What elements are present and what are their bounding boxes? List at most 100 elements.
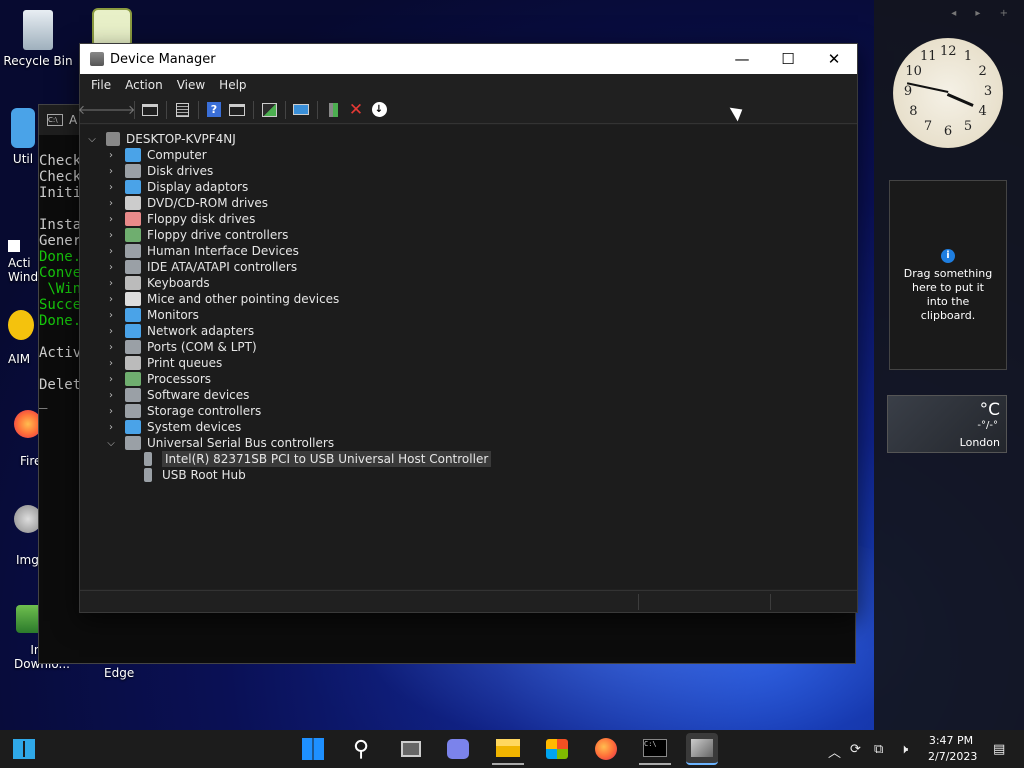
titlebar[interactable]: Device Manager — ☐ ✕ [80, 44, 857, 74]
desktop-icon-edge[interactable]: Edge [104, 666, 134, 680]
tree-device[interactable]: Intel(R) 82371SB PCI to USB Universal Ho… [144, 451, 492, 467]
tree-category[interactable]: › Floppy disk drives [105, 211, 255, 227]
tree-category[interactable]: › Floppy drive controllers [105, 227, 288, 243]
expand-chevron-icon[interactable]: › [105, 342, 117, 353]
volume-muted-icon[interactable]: 🕨 [900, 742, 908, 757]
menu-file[interactable]: File [84, 78, 118, 92]
expand-chevron-icon[interactable]: › [105, 374, 117, 385]
task-view-button[interactable] [395, 733, 427, 765]
expand-chevron-icon[interactable]: › [105, 310, 117, 321]
desktop-icon-aim[interactable]: AIM [8, 310, 38, 366]
tree-category[interactable]: › Display adaptors [105, 179, 248, 195]
start-button[interactable] [297, 733, 329, 765]
tree-category[interactable]: › Print queues [105, 355, 222, 371]
clock-number: 3 [983, 84, 993, 99]
tree-category[interactable]: › Network adapters [105, 323, 254, 339]
menu-action[interactable]: Action [118, 78, 170, 92]
expand-chevron-icon[interactable]: › [105, 262, 117, 273]
device-manager-taskbar-button[interactable] [686, 733, 718, 765]
collapse-chevron-icon[interactable]: ⌵ [105, 438, 117, 449]
system-clock[interactable]: 3:47 PM 2/7/2023 [928, 733, 977, 765]
console-icon[interactable] [226, 99, 248, 121]
tree-device[interactable]: USB Root Hub [144, 467, 246, 483]
clipboard-hint: Drag something here to put it into the c… [903, 267, 993, 322]
minimize-button[interactable]: — [719, 44, 765, 74]
show-hide-console-tree-icon[interactable] [139, 99, 161, 121]
file-explorer-button[interactable] [492, 733, 524, 765]
desktop-icon-recycle-bin[interactable]: Recycle Bin [0, 10, 76, 68]
clock-gadget[interactable]: 12 1 2 3 4 5 6 7 8 9 10 11 [893, 38, 1003, 148]
tree-category-label: Display adaptors [147, 180, 249, 194]
close-button[interactable]: ✕ [811, 44, 857, 74]
device-category-icon [125, 180, 141, 194]
help-icon[interactable]: ? [203, 99, 225, 121]
computer-icon [106, 132, 120, 146]
tree-category[interactable]: › DVD/CD-ROM drives [105, 195, 268, 211]
update-driver-icon[interactable] [322, 99, 344, 121]
tree-category[interactable]: › Mice and other pointing devices [105, 291, 339, 307]
sidebar-nav[interactable]: ◂ ▸ + [951, 8, 1016, 19]
expand-chevron-icon[interactable]: › [105, 406, 117, 417]
expand-chevron-icon[interactable]: › [105, 422, 117, 433]
tree-category[interactable]: › Processors [105, 371, 211, 387]
scan-icon[interactable] [258, 99, 280, 121]
display-icon[interactable]: ⧉ [874, 742, 883, 757]
desktop-icon-util[interactable]: Util [8, 108, 38, 166]
tree-category[interactable]: › System devices [105, 419, 241, 435]
tree-category-label: Universal Serial Bus controllers [147, 436, 335, 450]
tree-category[interactable]: › Storage controllers [105, 403, 261, 419]
expand-chevron-icon[interactable]: › [105, 214, 117, 225]
expand-chevron-icon[interactable]: › [105, 230, 117, 241]
expand-chevron-icon[interactable]: › [105, 182, 117, 193]
expand-chevron-icon[interactable]: › [105, 150, 117, 161]
tree-category[interactable]: › IDE ATA/ATAPI controllers [105, 259, 297, 275]
terminal-icon: C:\ [643, 739, 667, 757]
sync-icon[interactable]: ⟳ [850, 742, 861, 757]
clock-number: 10 [905, 64, 922, 79]
chat-button[interactable] [442, 733, 474, 765]
clipboard-gadget[interactable]: i Drag something here to put it into the… [889, 180, 1007, 370]
monitor-icon[interactable] [290, 99, 312, 121]
tree-category[interactable]: › Disk drives [105, 163, 213, 179]
tree-category-label: Disk drives [147, 164, 214, 178]
menu-view[interactable]: View [170, 78, 212, 92]
tree-category[interactable]: › Computer [105, 147, 207, 163]
disable-icon[interactable]: ↓ [368, 99, 390, 121]
properties-icon[interactable] [171, 99, 193, 121]
weather-gadget[interactable]: °C -°/-° London [887, 395, 1007, 453]
expand-chevron-icon[interactable]: › [105, 278, 117, 289]
search-button[interactable]: ⚲ [345, 733, 377, 765]
expand-chevron-icon[interactable]: › [105, 166, 117, 177]
collapse-chevron-icon[interactable]: ⌵ [86, 134, 98, 145]
device-manager-window[interactable]: Device Manager — ☐ ✕ File Action View He… [78, 43, 858, 613]
terminal-button[interactable]: C:\ [639, 733, 671, 765]
tree-category[interactable]: › Keyboards [105, 275, 210, 291]
tree-category[interactable]: › Monitors [105, 307, 199, 323]
tree-category[interactable]: › Human Interface Devices [105, 243, 299, 259]
store-button[interactable] [541, 733, 573, 765]
show-hidden-icons-chevron-icon[interactable]: ︿ [828, 742, 841, 761]
tree-category[interactable]: › Ports (COM & LPT) [105, 339, 257, 355]
notifications-icon[interactable]: ▤ [993, 742, 1005, 757]
maximize-button[interactable]: ☐ [765, 44, 811, 74]
expand-chevron-icon[interactable]: › [105, 246, 117, 257]
widgets-icon [13, 739, 35, 759]
tree-category-label: Mice and other pointing devices [147, 292, 340, 306]
expand-chevron-icon[interactable]: › [105, 294, 117, 305]
expand-chevron-icon[interactable]: › [105, 198, 117, 209]
tree-category[interactable]: ⌵ Universal Serial Bus controllers [105, 435, 334, 451]
expand-chevron-icon[interactable]: › [105, 358, 117, 369]
forward-icon[interactable]: 🡒 [101, 99, 136, 121]
notepad-icon [92, 8, 132, 48]
tree-category-label: Computer [147, 148, 207, 162]
expand-chevron-icon[interactable]: › [105, 390, 117, 401]
expand-chevron-icon[interactable]: › [105, 326, 117, 337]
status-separator [770, 594, 771, 610]
firefox-button[interactable] [590, 733, 622, 765]
tree-root[interactable]: ⌵ DESKTOP-KVPF4NJ [86, 131, 236, 147]
uninstall-icon[interactable]: ✕ [345, 99, 367, 121]
desktop-icon-activate-windows[interactable]: Acti Wind [8, 240, 38, 284]
widgets-button[interactable] [8, 733, 40, 765]
menu-help[interactable]: Help [212, 78, 253, 92]
tree-category[interactable]: › Software devices [105, 387, 249, 403]
